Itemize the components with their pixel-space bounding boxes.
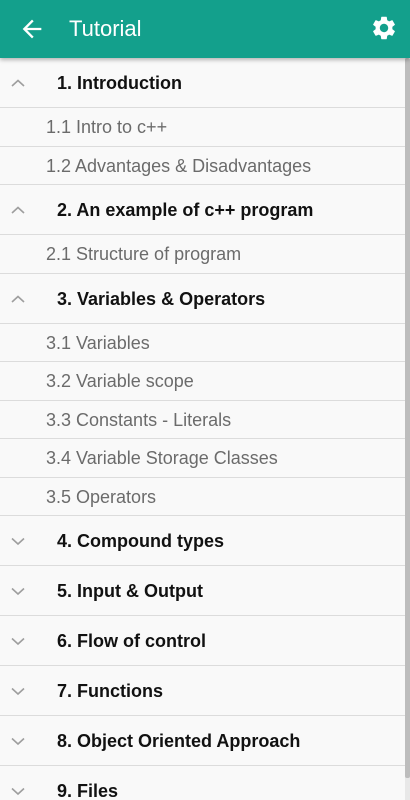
topic-label: 3.1 Variables [46, 332, 150, 353]
topic-label: 1.1 Intro to c++ [46, 117, 168, 137]
topic-label: 3.3 Constants - Literals [46, 409, 232, 430]
section-header[interactable]: 6. Flow of control [0, 616, 405, 666]
topic-label: 1.2 Advantages & Disadvantages [46, 155, 312, 176]
topic-item[interactable]: 1.1 Intro to c++ [0, 108, 405, 147]
topic-label: 3.2 Variable scope [46, 371, 194, 391]
section-header[interactable]: 5. Input & Output [0, 566, 405, 616]
section-header[interactable]: 8. Object Oriented Approach [0, 716, 405, 766]
page-title: Tutorial [69, 16, 142, 41]
chevron-down-icon [11, 687, 25, 696]
topic-item[interactable]: 1.2 Advantages & Disadvantages [0, 146, 405, 185]
topic-item[interactable]: 2.1 Structure of program [0, 235, 405, 274]
chevron-down-icon [11, 587, 25, 596]
section-header[interactable]: 9. Files [0, 766, 405, 800]
section-title: 9. Files [57, 781, 119, 800]
section-header[interactable]: 3. Variables & Operators [0, 273, 405, 324]
section-title: 8. Object Oriented Approach [57, 731, 301, 751]
section-header[interactable]: 2. An example of c++ program [0, 185, 405, 235]
topic-label: 2.1 Structure of program [46, 244, 242, 264]
arrow-back-icon[interactable] [18, 15, 46, 43]
chevron-up-icon [11, 206, 25, 214]
chevron-down-icon [11, 737, 25, 746]
chevron-down-icon [11, 537, 25, 546]
topic-item[interactable]: 3.5 Operators [0, 477, 405, 516]
section-title: 4. Compound types [57, 531, 225, 551]
topic-item[interactable]: 3.2 Variable scope [0, 362, 405, 401]
scrollbar-thumb[interactable] [405, 58, 410, 778]
section-header[interactable]: 4. Compound types [0, 516, 405, 566]
topic-item[interactable]: 3.4 Variable Storage Classes [0, 439, 405, 478]
topic-label: 3.4 Variable Storage Classes [46, 448, 278, 468]
section-title: 3. Variables & Operators [57, 288, 266, 309]
chevron-up-icon [11, 294, 25, 303]
scrollbar[interactable] [405, 58, 410, 800]
chevron-up-icon [11, 79, 25, 87]
topic-label: 3.5 Operators [46, 486, 157, 507]
chevron-down-icon [11, 637, 25, 646]
section-title: 7. Functions [57, 681, 164, 701]
gear-icon[interactable] [370, 14, 398, 42]
section-title: 6. Flow of control [57, 631, 206, 651]
chevron-down-icon [11, 787, 25, 796]
section-title: 1. Introduction [57, 73, 182, 93]
section-title: 2. An example of c++ program [57, 200, 314, 220]
topic-item[interactable]: 3.3 Constants - Literals [0, 400, 405, 439]
topic-item[interactable]: 3.1 Variables [0, 323, 405, 362]
section-header[interactable]: 1. Introduction [0, 58, 405, 108]
tutorial-list: 1. Introduction 1.1 Intro to c++ 1.2 Advan… [0, 58, 405, 800]
app-bar: Tutorial [0, 0, 410, 58]
section-header[interactable]: 7. Functions [0, 666, 405, 716]
section-title: 5. Input & Output [57, 581, 203, 601]
